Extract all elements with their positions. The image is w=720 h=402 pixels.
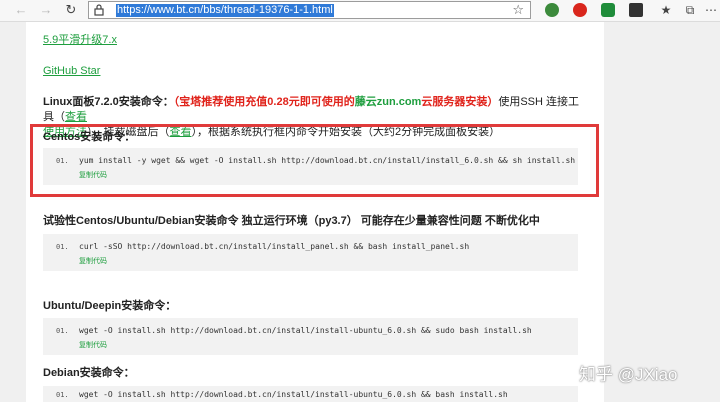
highlight-box <box>30 124 599 197</box>
more-icon[interactable]: ⋯ <box>703 2 719 18</box>
view-link[interactable]: 查看 <box>65 111 87 123</box>
forward-arrow-icon[interactable]: → <box>38 2 54 18</box>
copy-code-button[interactable]: 复制代码 <box>79 256 107 266</box>
extension-icon[interactable] <box>573 3 587 17</box>
section-title: Ubuntu/Deepin安装命令： <box>43 300 177 312</box>
github-star-link[interactable]: GitHub Star <box>43 65 100 77</box>
code-line[interactable]: wget -O install.sh http://download.bt.cn… <box>79 326 532 335</box>
copy-code-button[interactable]: 复制代码 <box>79 340 107 350</box>
collections-icon[interactable]: ⧉ <box>682 2 698 18</box>
code-block: 01. wget -O install.sh http://download.b… <box>43 386 578 402</box>
extension-icon[interactable] <box>601 3 615 17</box>
refresh-icon[interactable]: ↻ <box>63 2 79 18</box>
code-block: 01. wget -O install.sh http://download.b… <box>43 318 578 355</box>
line-number: 01. <box>56 243 69 251</box>
code-line[interactable]: wget -O install.sh http://download.bt.cn… <box>79 390 508 399</box>
lock-icon <box>94 4 104 16</box>
promo-brand[interactable]: 藤云zun.com <box>355 96 422 108</box>
upgrade-link[interactable]: 5.9平滑升级7.x <box>43 31 117 47</box>
code-block: 01. curl -sSO http://download.bt.cn/inst… <box>43 234 578 271</box>
watermark: 知乎 @JXiao <box>579 365 678 384</box>
code-line[interactable]: curl -sSO http://download.bt.cn/install/… <box>79 242 469 251</box>
linux-title: Linux面板7.2.0安装命令： <box>43 96 174 108</box>
line-number: 01. <box>56 327 69 335</box>
section-title: 试验性Centos/Ubuntu/Debian安装命令 独立运行环境（py3.7… <box>43 215 540 227</box>
browser-toolbar: ← → ↻ https://www.bt.cn/bbs/thread-19376… <box>0 0 720 22</box>
favorites-icon[interactable]: ★ <box>658 2 674 18</box>
promo-text-close: 云服务器安装） <box>421 96 499 108</box>
section-title: Debian安装命令： <box>43 367 135 379</box>
post-content: 5.9平滑升级7.x GitHub Star Linux面板7.2.0安装命令：… <box>26 22 604 402</box>
star-icon[interactable]: ☆ <box>512 2 524 18</box>
back-arrow-icon[interactable]: ← <box>13 2 29 18</box>
address-bar[interactable]: https://www.bt.cn/bbs/thread-19376-1-1.h… <box>88 1 531 19</box>
extension-icon[interactable] <box>629 3 643 17</box>
extension-icon[interactable] <box>545 3 559 17</box>
promo-text-open: （宝塔推荐使用充值0.28元即可使用的 <box>173 96 355 108</box>
line-number: 01. <box>56 391 69 399</box>
url-text[interactable]: https://www.bt.cn/bbs/thread-19376-1-1.h… <box>116 4 334 17</box>
